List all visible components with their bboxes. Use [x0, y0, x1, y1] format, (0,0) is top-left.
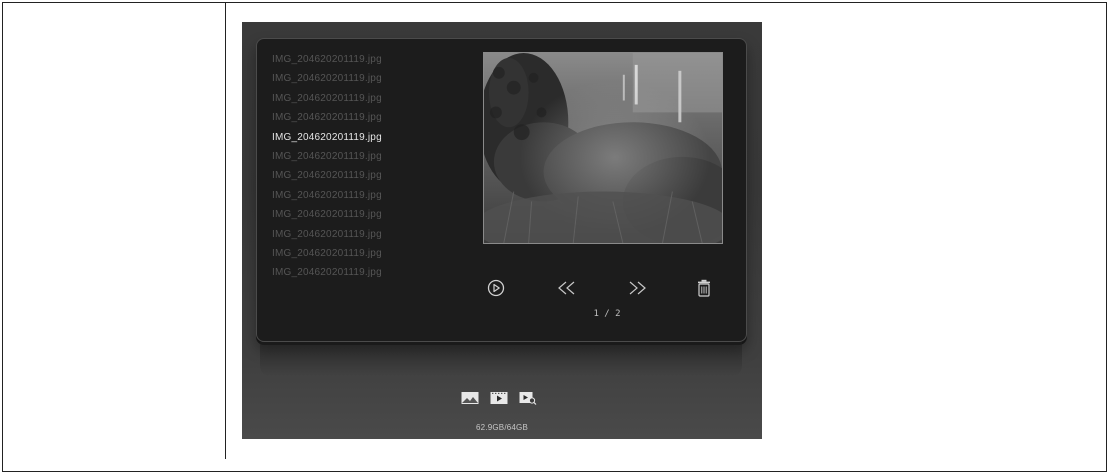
video-search-mode-button[interactable] [519, 391, 537, 405]
file-list-item[interactable]: IMG_204620201119.jpg [272, 263, 382, 282]
file-list-item[interactable]: IMG_204620201119.jpg [272, 166, 382, 185]
file-list-item[interactable]: IMG_204620201119.jpg [272, 89, 382, 108]
photo-icon [461, 392, 479, 404]
play-button[interactable] [483, 275, 509, 301]
video-search-icon [519, 392, 537, 405]
device-screen: IMG_204620201119.jpg IMG_204620201119.jpg… [242, 22, 762, 439]
image-preview [483, 52, 723, 244]
delete-button[interactable] [691, 275, 717, 301]
double-chevron-left-icon [558, 281, 575, 295]
storage-indicator: 62.9GB/64GB [475, 423, 528, 432]
video-icon [490, 392, 508, 404]
panel-reflection [260, 342, 742, 376]
next-button[interactable] [624, 275, 650, 301]
video-mode-button[interactable] [490, 391, 508, 405]
file-list-item[interactable]: IMG_204620201119.jpg [272, 205, 382, 224]
double-chevron-right-icon [629, 281, 646, 295]
preview-photo [484, 53, 722, 243]
play-circle-icon [487, 279, 505, 297]
file-list-item[interactable]: IMG_204620201119.jpg [272, 186, 382, 205]
file-list-item[interactable]: IMG_204620201119.jpg [272, 244, 382, 263]
file-list-item[interactable]: IMG_204620201119.jpg [272, 128, 382, 147]
file-list-item[interactable]: IMG_204620201119.jpg [272, 108, 382, 127]
previous-button[interactable] [554, 275, 580, 301]
file-list-item[interactable]: IMG_204620201119.jpg [272, 69, 382, 88]
file-list: IMG_204620201119.jpg IMG_204620201119.jpg… [272, 50, 382, 283]
file-list-item[interactable]: IMG_204620201119.jpg [272, 50, 382, 69]
photo-mode-button[interactable] [461, 391, 479, 405]
page-indicator: 1 / 2 [593, 309, 621, 319]
mode-bar [461, 391, 537, 405]
trash-icon [698, 279, 710, 297]
gallery-panel: IMG_204620201119.jpg IMG_204620201119.jpg… [256, 38, 747, 342]
file-list-item[interactable]: IMG_204620201119.jpg [272, 225, 382, 244]
frame-divider [225, 2, 226, 459]
file-list-item[interactable]: IMG_204620201119.jpg [272, 147, 382, 166]
